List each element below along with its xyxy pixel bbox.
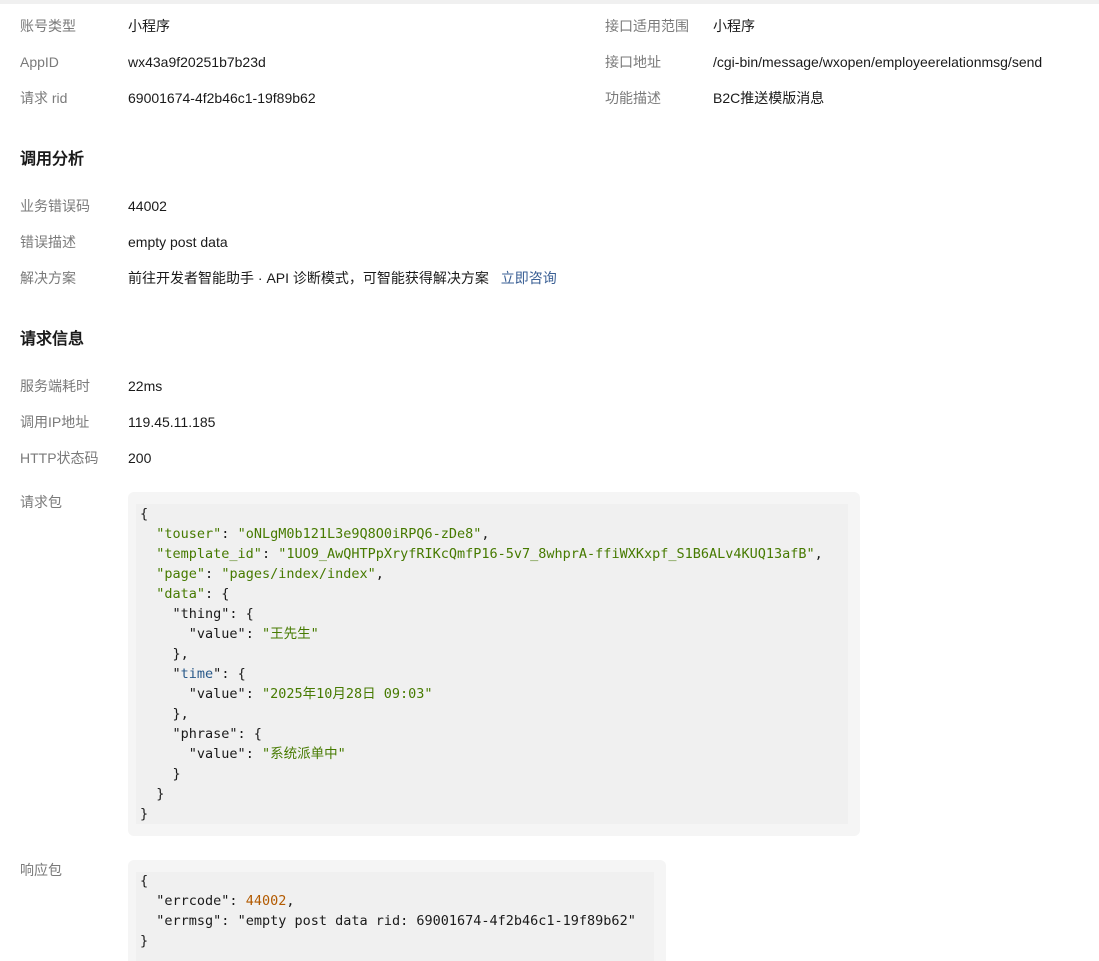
errmsg-key: "errmsg" xyxy=(156,913,222,929)
touser-value: "oNLgM0b121L3e9Q8O0iRPQ6-zDe8" xyxy=(237,526,482,542)
touser-key: "touser" xyxy=(156,526,222,542)
consult-now-link[interactable]: 立即咨询 xyxy=(501,270,557,286)
ip-value: 119.45.11.185 xyxy=(128,414,216,430)
rid-value: 69001674-4f2b46c1-19f89b62 xyxy=(128,90,316,106)
phrase-key: "phrase" xyxy=(172,726,238,742)
time-value: "2025年10月28日 09:03" xyxy=(261,686,433,702)
data-key: "data" xyxy=(156,586,206,602)
request-info-section-title: 请求信息 xyxy=(20,331,85,348)
request-body-code[interactable]: { "touser": "oNLgM0b121L3e9Q8O0iRPQ6-zDe… xyxy=(140,504,823,824)
template-id-key: "template_id" xyxy=(156,546,262,562)
description-label: 功能描述 xyxy=(605,90,661,106)
appid-label: AppID xyxy=(20,54,59,70)
appid-value: wx43a9f20251b7b23d xyxy=(128,54,266,70)
response-body-box[interactable]: { "errcode": 44002, "errmsg": "empty pos… xyxy=(128,860,666,961)
request-body-label: 请求包 xyxy=(20,494,62,510)
latency-value: 22ms xyxy=(128,378,163,394)
thing-key: "thing" xyxy=(172,606,230,622)
time-key-word: time xyxy=(180,666,214,682)
latency-label: 服务端耗时 xyxy=(20,378,90,394)
solution-text: 前往开发者智能助手 · API 诊断模式，可智能获得解决方案 xyxy=(128,270,489,286)
response-body-label: 响应包 xyxy=(20,862,62,878)
thing-value: "王先生" xyxy=(261,626,319,642)
phrase-value: "系统派单中" xyxy=(261,746,346,762)
request-body-box[interactable]: { "touser": "oNLgM0b121L3e9Q8O0iRPQ6-zDe… xyxy=(128,492,860,836)
scope-value: 小程序 xyxy=(713,18,755,34)
account-type-label: 账号类型 xyxy=(20,18,76,34)
phrase-value-key: "value" xyxy=(188,746,246,762)
template-id-value: "1UO9_AwQHTPpXryfRIKcQmfP16-5v7_8whprA-f… xyxy=(278,546,815,562)
page-key: "page" xyxy=(156,566,206,582)
endpoint-value: /cgi-bin/message/wxopen/employeerelation… xyxy=(713,54,1043,70)
account-type-value: 小程序 xyxy=(128,18,170,34)
time-key-open: " xyxy=(172,666,181,682)
rid-label: 请求 rid xyxy=(20,90,68,106)
description-value: B2C推送模版消息 xyxy=(713,90,825,106)
http-status-value: 200 xyxy=(128,450,152,466)
time-value-key: "value" xyxy=(188,686,246,702)
error-code-label: 业务错误码 xyxy=(20,198,90,214)
top-divider xyxy=(0,0,1099,4)
response-body-code[interactable]: { "errcode": 44002, "errmsg": "empty pos… xyxy=(140,871,636,951)
error-desc-label: 错误描述 xyxy=(20,234,76,250)
endpoint-label: 接口地址 xyxy=(605,54,661,70)
page-value: "pages/index/index" xyxy=(221,566,376,582)
error-code-value: 44002 xyxy=(128,198,167,214)
solution-value: 前往开发者智能助手 · API 诊断模式，可智能获得解决方案 立即咨询 xyxy=(128,268,557,288)
ip-label: 调用IP地址 xyxy=(20,414,90,430)
error-desc-value: empty post data xyxy=(128,234,228,250)
errcode-key: "errcode" xyxy=(156,893,230,909)
http-status-label: HTTP状态码 xyxy=(20,450,99,466)
errmsg-value: "empty post data rid: 69001674-4f2b46c1-… xyxy=(237,913,636,929)
analysis-section-title: 调用分析 xyxy=(20,151,85,168)
scope-label: 接口适用范围 xyxy=(605,18,689,34)
solution-label: 解决方案 xyxy=(20,270,76,286)
errcode-value: 44002 xyxy=(245,893,287,909)
thing-value-key: "value" xyxy=(188,626,246,642)
